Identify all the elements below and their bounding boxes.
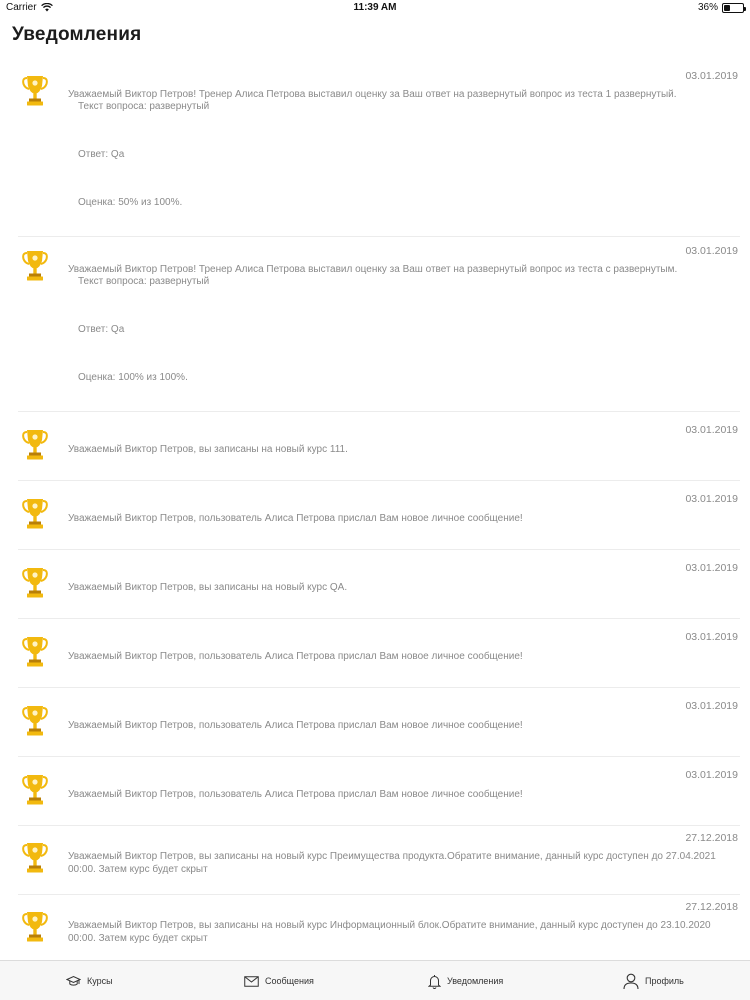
trophy-icon: [22, 428, 48, 462]
notification-text: Уважаемый Виктор Петров, пользователь Ал…: [68, 789, 523, 800]
battery-icon: [722, 2, 746, 13]
battery-percent: 36%: [697, 2, 718, 13]
user-icon: [623, 973, 639, 989]
status-time: 11:39 AM: [353, 2, 397, 13]
trophy-icon: [22, 773, 48, 807]
notification-item[interactable]: 03.01.2019 Уважаемый Виктор Петров! Трене…: [18, 62, 740, 237]
question-text: Текст вопроса: развернутый: [78, 101, 210, 112]
notification-date: 03.01.2019: [685, 700, 738, 712]
question-text: Текст вопроса: развернутый: [78, 276, 210, 287]
trophy-icon: [22, 841, 48, 875]
notification-text: Уважаемый Виктор Петров, вы записаны на …: [68, 851, 716, 875]
notification-item[interactable]: 27.12.2018 Уважаемый Виктор Петров, вы за…: [18, 826, 740, 895]
notification-text: Уважаемый Виктор Петров, вы записаны на …: [68, 444, 348, 455]
tab-profile[interactable]: Профиль: [623, 961, 684, 1000]
page-title: Уведомления: [12, 24, 142, 45]
tab-notifications[interactable]: Уведомления: [428, 961, 503, 1000]
notification-date: 03.01.2019: [685, 424, 738, 436]
tab-courses-label: Курсы: [87, 976, 113, 986]
notification-list[interactable]: 03.01.2019 Уважаемый Виктор Петров! Трене…: [0, 62, 750, 958]
notification-item[interactable]: 27.12.2018 Уважаемый Виктор Петров, вы за…: [18, 895, 740, 958]
notification-text: Уважаемый Виктор Петров, вы записаны на …: [68, 582, 348, 593]
tab-messages[interactable]: Сообщения: [244, 961, 314, 1000]
trophy-icon: [22, 74, 48, 108]
notification-item[interactable]: 03.01.2019 Уважаемый Виктор Петров, вы за…: [18, 412, 740, 481]
trophy-icon: [22, 249, 48, 283]
notification-date: 03.01.2019: [685, 493, 738, 505]
notification-text: Уважаемый Виктор Петров, пользователь Ал…: [68, 720, 523, 731]
notification-item[interactable]: 03.01.2019 Уважаемый Виктор Петров, вы за…: [18, 550, 740, 619]
trophy-icon: [22, 635, 48, 669]
notification-item[interactable]: 03.01.2019 Уважаемый Виктор Петров, польз…: [18, 688, 740, 757]
notification-date: 03.01.2019: [685, 245, 738, 257]
notification-item[interactable]: 03.01.2019 Уважаемый Виктор Петров, польз…: [18, 481, 740, 550]
bell-icon: [428, 974, 441, 989]
tab-courses[interactable]: Курсы: [66, 961, 113, 1000]
notification-text: Уважаемый Виктор Петров, вы записаны на …: [68, 920, 711, 944]
battery-indicator: 36%: [697, 2, 746, 13]
trophy-icon: [22, 910, 48, 944]
notification-date: 27.12.2018: [685, 832, 738, 844]
trophy-icon: [22, 566, 48, 600]
notification-text: Уважаемый Виктор Петров! Тренер Алиса Пе…: [68, 264, 678, 275]
notification-item[interactable]: 03.01.2019 Уважаемый Виктор Петров, польз…: [18, 619, 740, 688]
tab-messages-label: Сообщения: [265, 976, 314, 986]
answer-text: Ответ: Qa: [78, 324, 125, 335]
notification-date: 03.01.2019: [685, 631, 738, 643]
notification-date: 27.12.2018: [685, 901, 738, 913]
notification-date: 03.01.2019: [685, 70, 738, 82]
battery-fill: [724, 4, 731, 11]
envelope-icon: [244, 975, 259, 987]
notification-text: Уважаемый Виктор Петров, пользователь Ал…: [68, 651, 523, 662]
notification-item[interactable]: 03.01.2019 Уважаемый Виктор Петров! Трене…: [18, 237, 740, 412]
trophy-icon: [22, 497, 48, 531]
notification-date: 03.01.2019: [685, 562, 738, 574]
tab-bar: Курсы Сообщения Уведомления Профиль: [0, 960, 750, 1000]
notification-item[interactable]: 03.01.2019 Уважаемый Виктор Петров, польз…: [18, 757, 740, 826]
notification-date: 03.01.2019: [685, 769, 738, 781]
notification-text: Уважаемый Виктор Петров, пользователь Ал…: [68, 513, 523, 524]
trophy-icon: [22, 704, 48, 738]
graduation-cap-icon: [66, 975, 81, 986]
grade-text: Оценка: 100% из 100%.: [78, 372, 188, 383]
status-bar: Carrier 11:39 AM 36%: [0, 0, 750, 16]
notification-text: Уважаемый Виктор Петров! Тренер Алиса Пе…: [68, 89, 677, 100]
answer-text: Ответ: Qa: [78, 149, 125, 160]
tab-profile-label: Профиль: [645, 976, 684, 986]
tab-notifications-label: Уведомления: [447, 976, 504, 986]
grade-text: Оценка: 50% из 100%.: [78, 197, 183, 208]
